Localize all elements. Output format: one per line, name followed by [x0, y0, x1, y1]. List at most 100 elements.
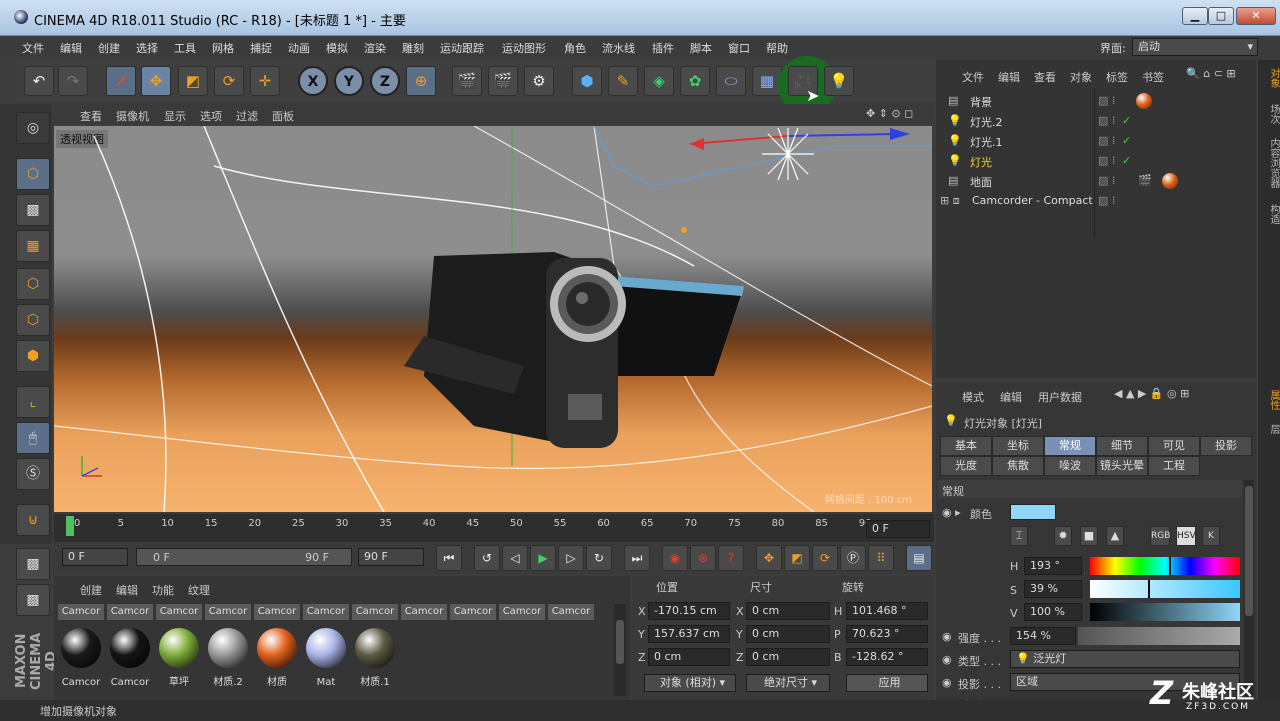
kelvin-mode-button[interactable]: K [1202, 526, 1220, 546]
viewport-menu-item-2[interactable]: 显示 [164, 108, 186, 124]
cloner-button[interactable]: ✿ [680, 66, 710, 96]
material-tag-icon[interactable] [1162, 173, 1178, 189]
object-menu-item-0[interactable]: 文件 [962, 69, 984, 85]
range-slider[interactable]: 0 F 90 F [136, 548, 352, 566]
object-row[interactable]: ▤ 背景 ▨ ⁞ [940, 92, 1250, 110]
menu-item-14[interactable]: 流水线 [602, 40, 635, 56]
record-button[interactable]: ◉ [662, 545, 688, 571]
material-menu-item-1[interactable]: 编辑 [116, 582, 138, 598]
render-view-button[interactable]: 🎬 [452, 66, 482, 96]
snap-button[interactable]: Ⓢ [16, 458, 50, 490]
position-y-field[interactable]: 157.637 cm [648, 625, 730, 643]
autokey-button[interactable]: ⊛ [690, 545, 716, 571]
material-thumb[interactable]: Camcor [205, 604, 251, 620]
workplane-lock-button[interactable]: ▩ [16, 548, 50, 580]
right-tab-3[interactable]: 构造 [1261, 204, 1279, 224]
intensity-field[interactable]: 154 % [1010, 627, 1076, 645]
key-position-button[interactable]: ✥ [756, 545, 782, 571]
visibility-toggle[interactable]: ▨ ⁞ [1098, 114, 1115, 127]
menu-item-16[interactable]: 脚本 [690, 40, 712, 56]
attr-tab2-3[interactable]: 镜头光晕 [1096, 456, 1148, 476]
key-pla-button[interactable]: ⠿ [868, 545, 894, 571]
value-slider[interactable] [1090, 603, 1240, 621]
menu-item-11[interactable]: 运动跟踪 [440, 40, 484, 56]
next-frame-button[interactable]: ▷ [558, 545, 584, 571]
cube-button[interactable]: ⬢ [572, 66, 602, 96]
attr-tab-3[interactable]: 细节 [1096, 436, 1148, 456]
material-thumb[interactable]: Camcor [450, 604, 496, 620]
material-thumb[interactable]: Camcor [548, 604, 594, 620]
go-start-button[interactable]: ⏮ [436, 545, 462, 571]
timeline-scheme-button[interactable]: ▤ [906, 545, 932, 571]
close-button[interactable]: ✕ [1236, 7, 1276, 25]
menu-item-2[interactable]: 创建 [98, 40, 120, 56]
object-row[interactable]: 💡 灯光.1 ▨ ⁞ ✓ [940, 132, 1250, 150]
position-x-field[interactable]: -170.15 cm [648, 602, 730, 620]
minimize-button[interactable]: ▁ [1182, 7, 1208, 25]
world-coord-button[interactable]: ⊕ [406, 66, 436, 96]
start-frame-field[interactable]: 0 F [62, 548, 128, 566]
menu-item-13[interactable]: 角色 [564, 40, 586, 56]
hue-slider-marker[interactable] [1169, 557, 1172, 575]
apply-button[interactable]: 应用 [846, 674, 928, 692]
edges-mode-button[interactable]: ⬡ [16, 304, 50, 336]
menu-item-6[interactable]: 捕捉 [250, 40, 272, 56]
rotation-b-field[interactable]: -128.62 ° [846, 648, 928, 666]
attr-tab-0[interactable]: 基本 [940, 436, 992, 456]
menu-item-9[interactable]: 渲染 [364, 40, 386, 56]
timeline-playhead[interactable] [66, 516, 74, 536]
maximize-button[interactable]: □ [1208, 7, 1234, 25]
material-thumb[interactable]: Camcor [58, 604, 104, 620]
undo-button[interactable]: ↶ [24, 66, 54, 96]
menu-item-15[interactable]: 插件 [652, 40, 674, 56]
object-row[interactable]: ▤ 地面 ▨ ⁞ 🎬 [940, 172, 1250, 190]
object-menu-item-5[interactable]: 书签 [1142, 69, 1164, 85]
material-item[interactable]: 草坪 [156, 626, 202, 688]
object-row[interactable]: 💡 灯光 ▨ ⁞ ✓ [940, 152, 1250, 170]
material-thumb[interactable]: Camcor [156, 604, 202, 620]
viewport-menu-item-1[interactable]: 摄像机 [116, 108, 149, 124]
prev-frame-button[interactable]: ◁ [502, 545, 528, 571]
saturation-slider-marker[interactable] [1147, 580, 1150, 598]
image-picker-button[interactable]: ▲ [1106, 526, 1124, 546]
visibility-toggle[interactable]: ▨ ⁞ [1098, 174, 1115, 187]
perspective-viewport[interactable]: 透视视图 网格间距: 100 cm [54, 126, 932, 512]
workplane-mode-button[interactable]: ▦ [16, 230, 50, 262]
attr-scrollbar[interactable] [1244, 480, 1254, 698]
intensity-anim-icon[interactable]: ◉ [942, 630, 952, 643]
end-frame-field[interactable]: 90 F [358, 548, 424, 566]
menu-item-3[interactable]: 选择 [136, 40, 158, 56]
visibility-toggle[interactable]: ▨ ⁞ [1098, 194, 1115, 207]
deformer-button[interactable]: ⬭ [716, 66, 746, 96]
pen-button[interactable]: ✎ [608, 66, 638, 96]
spectrum-button[interactable]: ■ [1080, 526, 1098, 546]
material-tag-icon[interactable] [1136, 93, 1152, 109]
visibility-toggle[interactable]: ▨ ⁞ [1098, 94, 1115, 107]
key-scale-button[interactable]: ◩ [784, 545, 810, 571]
s-field[interactable]: 39 % [1024, 580, 1082, 598]
timeline[interactable] [54, 514, 934, 542]
material-thumb[interactable]: Camcor [401, 604, 447, 620]
attr-tab2-1[interactable]: 焦散 [992, 456, 1044, 476]
viewport-nav-icons[interactable]: ✥ ⇕ ⊙ ◻ [866, 107, 913, 120]
material-thumb[interactable]: Camcor [254, 604, 300, 620]
rotate-tool-button[interactable]: ⟳ [214, 66, 244, 96]
object-manager-tools[interactable]: 🔍 ⌂ ⊂ ⊞ [1186, 67, 1236, 80]
viewport-menu-item-4[interactable]: 过滤 [236, 108, 258, 124]
type-anim-icon[interactable]: ◉ [942, 653, 952, 666]
z-axis-toggle[interactable]: Z [370, 66, 400, 96]
material-item[interactable]: 材质 [254, 626, 300, 688]
menu-item-7[interactable]: 动画 [288, 40, 310, 56]
object-row[interactable]: ⊞ ⧈ Camcorder - Compact ▨ ⁞ [940, 192, 1250, 210]
attr-tab-1[interactable]: 坐标 [992, 436, 1044, 456]
material-item[interactable]: 材质.2 [205, 626, 251, 688]
attr-tab-5[interactable]: 投影 [1200, 436, 1252, 456]
color-swatch[interactable] [1010, 504, 1056, 520]
material-thumb[interactable]: Camcor [352, 604, 398, 620]
object-row[interactable]: 💡 灯光.2 ▨ ⁞ ✓ [940, 112, 1250, 130]
rgb-mode-button[interactable]: RGB [1150, 526, 1170, 546]
attr-nav-icons[interactable]: ◀ ▲ ▶ 🔒 ◎ ⊞ [1114, 387, 1189, 400]
color-anim-icon[interactable]: ◉ ▸ [942, 506, 961, 519]
menu-item-10[interactable]: 雕刻 [402, 40, 424, 56]
render-queue-button[interactable]: 🎬 [488, 66, 518, 96]
